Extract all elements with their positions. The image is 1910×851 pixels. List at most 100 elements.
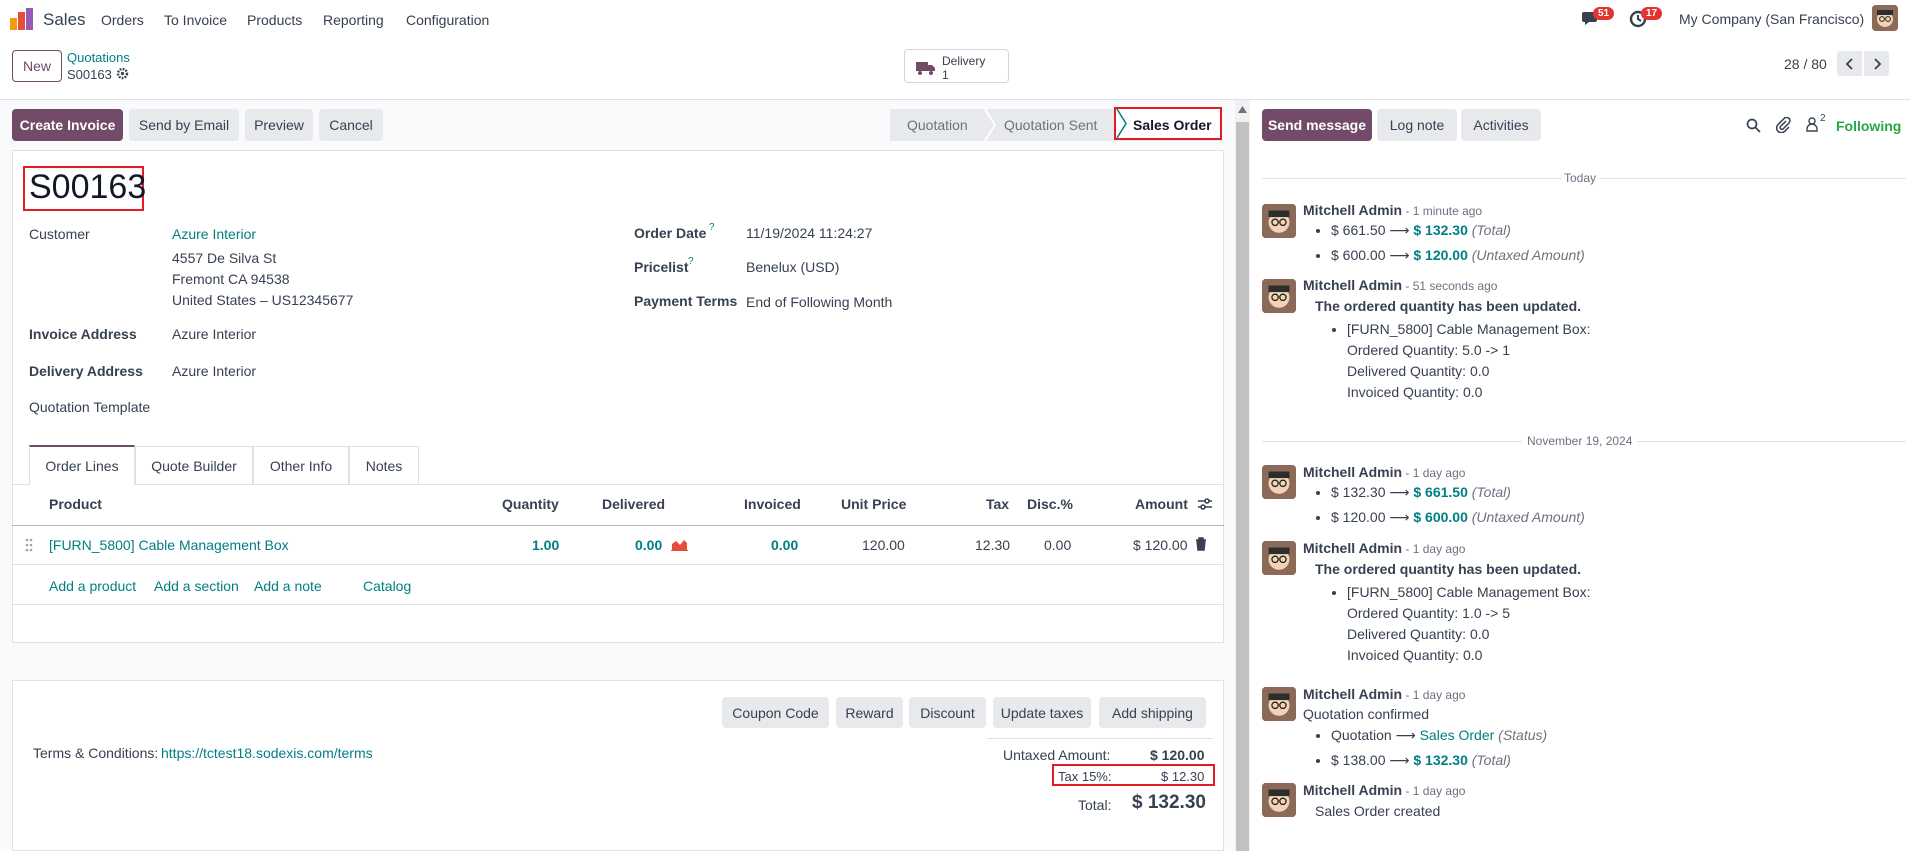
field-name: (Untaxed Amount) [1471, 509, 1585, 525]
date-separator-today: Today [1564, 171, 1597, 185]
message-avatar[interactable] [1262, 687, 1296, 721]
column-settings-icon[interactable] [1197, 497, 1213, 511]
pager-previous-button[interactable] [1837, 51, 1862, 76]
row-quantity[interactable]: 1.00 [532, 537, 559, 553]
gear-icon[interactable] [116, 67, 129, 83]
customer-link[interactable]: Azure Interior [172, 226, 256, 242]
message-avatar[interactable] [1262, 279, 1296, 313]
user-avatar[interactable] [1872, 5, 1898, 31]
message-author[interactable]: Mitchell Admin [1303, 464, 1402, 480]
tab-quote-builder[interactable]: Quote Builder [135, 446, 253, 484]
message-body-item: [FURN_5800] Cable Management Box: Ordered… [1347, 582, 1591, 666]
row-tax[interactable]: 12.30 [975, 537, 1010, 553]
add-shipping-button[interactable]: Add shipping [1099, 697, 1206, 728]
message-avatar[interactable] [1262, 465, 1296, 499]
followers-count[interactable]: 2 [1820, 113, 1826, 124]
terms-link[interactable]: https://tctest18.sodexis.com/terms [161, 745, 373, 761]
tab-other-info[interactable]: Other Info [253, 446, 349, 484]
forecast-chart-icon[interactable] [671, 538, 688, 551]
tracking-item: $ 132.30 ⟶ $ 661.50 (Total) [1331, 484, 1585, 501]
row-unit-price[interactable]: 120.00 [862, 537, 905, 553]
pager-next-button[interactable] [1864, 51, 1889, 76]
order-date-help[interactable]: ? [709, 222, 715, 233]
message-author[interactable]: Mitchell Admin [1303, 782, 1402, 798]
delivery-smart-button[interactable]: Delivery 1 [904, 49, 1009, 83]
followers-icon[interactable] [1806, 117, 1818, 132]
menu-configuration[interactable]: Configuration [406, 12, 489, 28]
tracking-item: $ 600.00 ⟶ $ 120.00 (Untaxed Amount) [1331, 247, 1585, 264]
stage-separator [984, 109, 996, 141]
cancel-button[interactable]: Cancel [319, 109, 383, 141]
col-discount[interactable]: Disc.% [1027, 496, 1073, 512]
message-author[interactable]: Mitchell Admin [1303, 686, 1402, 702]
company-switcher[interactable]: My Company (San Francisco) [1679, 11, 1864, 27]
tracking-list: $ 661.50 ⟶ $ 132.30 (Total) $ 600.00 ⟶ $… [1331, 222, 1585, 264]
stage-quotation[interactable]: Quotation [907, 117, 968, 133]
delivery-address-label: Delivery Address [29, 363, 143, 379]
col-amount[interactable]: Amount [1135, 496, 1188, 512]
message-time: 1 minute ago [1412, 204, 1483, 218]
search-icon[interactable] [1746, 118, 1761, 133]
trash-icon[interactable] [1195, 537, 1207, 551]
field-name: (Total) [1471, 752, 1511, 768]
app-name[interactable]: Sales [43, 10, 86, 30]
add-section-link[interactable]: Add a section [154, 578, 239, 594]
form-scrollbar-thumb[interactable] [1236, 122, 1249, 851]
quotation-template-field[interactable] [172, 396, 572, 420]
col-product[interactable]: Product [49, 496, 102, 512]
message-avatar[interactable] [1262, 204, 1296, 238]
delivery-label: Delivery [942, 54, 986, 68]
catalog-link[interactable]: Catalog [363, 578, 411, 594]
message-avatar[interactable] [1262, 541, 1296, 575]
message-avatar[interactable] [1262, 783, 1296, 817]
scroll-up-arrow-icon[interactable] [1238, 106, 1247, 113]
col-invoiced[interactable]: Invoiced [744, 496, 801, 512]
col-unit-price[interactable]: Unit Price [841, 496, 906, 512]
add-note-link[interactable]: Add a note [254, 578, 322, 594]
row-product[interactable]: [FURN_5800] Cable Management Box [49, 537, 289, 553]
empty-row [12, 643, 1224, 680]
tab-notes[interactable]: Notes [349, 446, 419, 484]
pager-value[interactable]: 28 / 80 [1784, 56, 1827, 72]
col-delivered[interactable]: Delivered [602, 496, 665, 512]
order-date-value[interactable]: 11/19/2024 11:24:27 [746, 225, 872, 241]
menu-orders[interactable]: Orders [101, 12, 144, 28]
update-taxes-button[interactable]: Update taxes [993, 697, 1091, 728]
preview-button[interactable]: Preview [245, 109, 313, 141]
following-button[interactable]: Following [1836, 118, 1901, 134]
tab-order-lines[interactable]: Order Lines [29, 445, 135, 485]
send-message-button[interactable]: Send message [1262, 109, 1372, 141]
log-note-button[interactable]: Log note [1377, 109, 1457, 141]
menu-products[interactable]: Products [247, 12, 302, 28]
stage-sales-order[interactable]: Sales Order [1133, 117, 1212, 133]
create-invoice-button[interactable]: Create Invoice [12, 109, 123, 141]
invoice-address-value[interactable]: Azure Interior [172, 326, 256, 342]
row-discount[interactable]: 0.00 [1044, 537, 1071, 553]
menu-reporting[interactable]: Reporting [323, 12, 384, 28]
delivery-address-value[interactable]: Azure Interior [172, 363, 256, 379]
pricelist-value[interactable]: Benelux (USD) [746, 259, 839, 275]
discount-button[interactable]: Discount [909, 697, 986, 728]
pricelist-help[interactable]: ? [688, 256, 694, 267]
activities-button[interactable]: Activities [1461, 109, 1541, 141]
stage-quotation-sent[interactable]: Quotation Sent [1004, 117, 1097, 133]
message-author[interactable]: Mitchell Admin [1303, 277, 1402, 293]
col-quantity[interactable]: Quantity [502, 496, 559, 512]
col-tax[interactable]: Tax [986, 496, 1009, 512]
sales-app-icon[interactable] [10, 8, 34, 30]
ordered-line: Ordered Quantity: 1.0 -> 5 [1347, 605, 1511, 621]
menu-to-invoice[interactable]: To Invoice [164, 12, 227, 28]
message-author[interactable]: Mitchell Admin [1303, 202, 1402, 218]
invoiced-line: Invoiced Quantity: 0.0 [1347, 647, 1483, 663]
breadcrumb-quotations[interactable]: Quotations [67, 50, 130, 65]
coupon-code-button[interactable]: Coupon Code [722, 697, 829, 728]
tracking-item: $ 661.50 ⟶ $ 132.30 (Total) [1331, 222, 1585, 239]
send-by-email-button[interactable]: Send by Email [129, 109, 239, 141]
drag-handle-icon[interactable] [25, 538, 33, 552]
message-author[interactable]: Mitchell Admin [1303, 540, 1402, 556]
paperclip-icon[interactable] [1776, 117, 1791, 133]
new-button[interactable]: New [12, 50, 62, 82]
reward-button[interactable]: Reward [836, 697, 903, 728]
payment-terms-value[interactable]: End of Following Month [746, 294, 892, 310]
add-product-link[interactable]: Add a product [49, 578, 136, 594]
